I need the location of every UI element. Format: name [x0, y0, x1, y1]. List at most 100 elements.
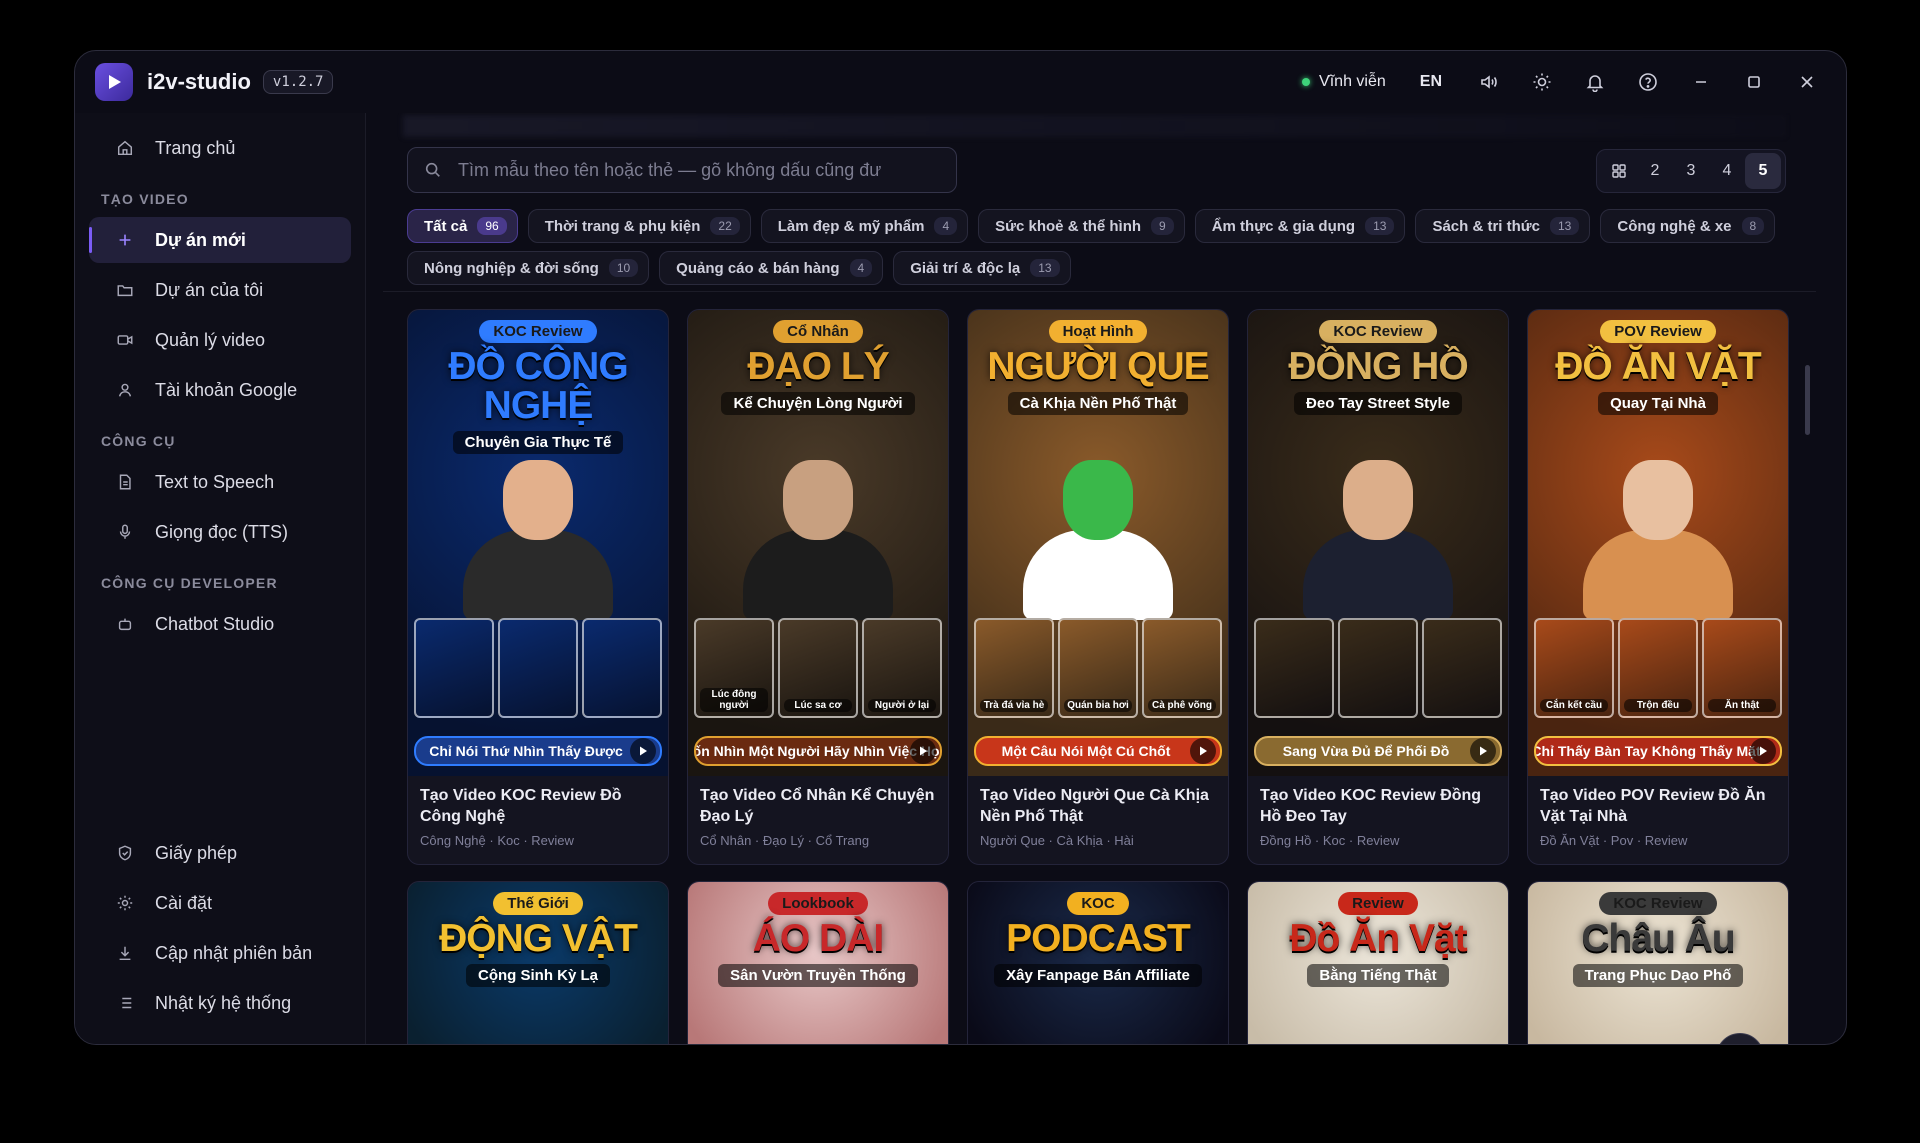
template-card[interactable]: KOC Review ĐỒNG HỒ Đeo Tay Street Style San…: [1247, 309, 1509, 865]
sidebar-item-logs[interactable]: Nhật ký hệ thống: [89, 980, 351, 1026]
filter-chip-tech[interactable]: Công nghệ & xe 8: [1600, 209, 1776, 243]
frame-label: Người ở lại: [868, 699, 936, 712]
thumbnail-tag: KOC Review: [1599, 892, 1717, 915]
help-icon[interactable]: [1637, 71, 1659, 93]
close-icon[interactable]: [1796, 71, 1818, 93]
card-tags: Công Nghệ · Koc · Review: [420, 833, 574, 848]
template-card[interactable]: POV Review ĐỒ ĂN VẶT Quay Tại Nhà Cắn kết c…: [1527, 309, 1789, 865]
play-icon[interactable]: [1750, 738, 1776, 764]
theme-sun-icon[interactable]: [1531, 71, 1553, 93]
thumbnail-frame: [498, 618, 578, 718]
video-camera-icon: [115, 330, 135, 350]
language-toggle[interactable]: EN: [1420, 73, 1442, 91]
template-card[interactable]: Review Đồ Ăn Vặt Bằng Tiếng Thật: [1247, 881, 1509, 1044]
search-input[interactable]: [458, 159, 956, 181]
template-card[interactable]: KOC Review Châu Âu Trang Phục Dạo Phố: [1527, 881, 1789, 1044]
filter-chip-count: 22: [710, 217, 740, 235]
thumbnail-subtitle: Quay Tại Nhà: [1598, 392, 1718, 415]
template-card[interactable]: Thế Giới ĐỘNG VẬT Cộng Sinh Kỳ Lạ: [407, 881, 669, 1044]
template-thumbnail: KOC Review Châu Âu Trang Phục Dạo Phố: [1528, 882, 1788, 1044]
template-card[interactable]: KOC PODCAST Xây Fanpage Bán Affiliate: [967, 881, 1229, 1044]
thumbnail-frames: Trà đá vỉa hè Quán bia hơi Cà phê võng: [974, 618, 1222, 718]
columns-option-4[interactable]: 4: [1709, 153, 1745, 189]
card-title: Tạo Video Người Que Cà Khịa Nền Phố Thật: [980, 787, 1209, 825]
person-body: [743, 530, 893, 620]
section-heading-developer: CÔNG CỤ DEVELOPER: [101, 575, 278, 591]
columns-option-2[interactable]: 2: [1637, 153, 1673, 189]
search-box[interactable]: [407, 147, 957, 193]
play-icon[interactable]: [1190, 738, 1216, 764]
sidebar-item-settings[interactable]: Cài đặt: [89, 880, 351, 926]
volume-icon[interactable]: [1478, 71, 1500, 93]
filter-chip-entertainment[interactable]: Giải trí & độc lạ 13: [893, 251, 1071, 285]
play-icon[interactable]: [630, 738, 656, 764]
card-tags: Người Que · Cà Khịa · Hài: [980, 833, 1134, 848]
template-card[interactable]: Hoạt Hình NGƯỜI QUE Cà Khịa Nền Phố Thật Tr…: [967, 309, 1229, 865]
thumbnail-tag: Cổ Nhân: [773, 320, 863, 343]
sidebar-divider: [365, 113, 366, 1044]
scrollbar-thumb[interactable]: [1805, 365, 1810, 435]
sidebar-item-label: Cài đặt: [155, 892, 213, 913]
sidebar-item-google-account[interactable]: Tài khoản Google: [89, 367, 351, 413]
thumbnail-headline: KOC Review ĐỒNG HỒ Đeo Tay Street Style: [1256, 320, 1500, 415]
filter-chip-ads[interactable]: Quảng cáo & bán hàng 4: [659, 251, 884, 285]
thumbnail-frame: Trà đá vỉa hè: [974, 618, 1054, 718]
sidebar-item-label: Giọng đọc (TTS): [155, 521, 289, 542]
columns-option-3[interactable]: 3: [1673, 153, 1709, 189]
filter-chip-food[interactable]: Ẩm thực & gia dụng 13: [1194, 209, 1406, 243]
template-card[interactable]: Cổ Nhân ĐẠO LÝ Kể Chuyện Lòng Người Lúc đôn…: [687, 309, 949, 865]
thumbnail-title: PODCAST: [1006, 917, 1191, 960]
template-thumbnail: POV Review ĐỒ ĂN VẶT Quay Tại Nhà Cắn kết c…: [1528, 310, 1788, 776]
play-icon[interactable]: [1470, 738, 1496, 764]
filter-chip-label: Ẩm thực & gia dụng: [1211, 217, 1356, 235]
thumbnail-person: [463, 460, 613, 620]
sidebar-item-update[interactable]: Cập nhật phiên bản: [89, 930, 351, 976]
thumbnail-title: ĐẠO LÝ: [747, 345, 889, 388]
template-thumbnail: Hoạt Hình NGƯỜI QUE Cà Khịa Nền Phố Thật Tr…: [968, 310, 1228, 776]
bell-icon[interactable]: [1584, 71, 1606, 93]
filter-chip-health[interactable]: Sức khoẻ & thể hình 9: [978, 209, 1185, 243]
filter-chip-books[interactable]: Sách & tri thức 13: [1415, 209, 1591, 243]
sidebar-item-license[interactable]: Giấy phép: [89, 830, 351, 876]
grid-layout-icon[interactable]: [1601, 153, 1637, 189]
minimize-icon[interactable]: [1690, 71, 1712, 93]
sidebar-item-video-manager[interactable]: Quản lý video: [89, 317, 351, 363]
filter-chip-agriculture[interactable]: Nông nghiệp & đời sống 10: [407, 251, 650, 285]
thumbnail-headline: KOC PODCAST Xây Fanpage Bán Affiliate: [976, 892, 1220, 987]
template-card[interactable]: Lookbook ÁO DÀI Sân Vườn Truyền Thống: [687, 881, 949, 1044]
play-icon[interactable]: [910, 738, 936, 764]
maximize-icon[interactable]: [1743, 71, 1765, 93]
thumbnail-banner: Muốn Nhìn Một Người Hãy Nhìn Việc Họ: [694, 736, 942, 766]
columns-option-5[interactable]: 5: [1745, 153, 1781, 189]
sidebar-item-new-project[interactable]: Dự án mới: [89, 217, 351, 263]
template-thumbnail: Review Đồ Ăn Vặt Bằng Tiếng Thật: [1248, 882, 1508, 1044]
sidebar-item-label: Dự án của tôi: [155, 279, 264, 300]
sidebar-item-chatbot[interactable]: Chatbot Studio: [89, 601, 351, 647]
thumbnail-headline: KOC Review ĐỒ CÔNG NGHỆ Chuyên Gia Thực Tế: [416, 320, 660, 454]
shield-icon: [115, 843, 135, 863]
filter-chip-count: 4: [849, 259, 873, 277]
sidebar-item-voices[interactable]: Giọng đọc (TTS): [89, 509, 351, 555]
person-head: [503, 460, 573, 540]
template-card[interactable]: KOC Review ĐỒ CÔNG NGHỆ Chuyên Gia Thực Tế…: [407, 309, 669, 865]
thumbnail-subtitle: Đeo Tay Street Style: [1294, 392, 1462, 415]
filter-chip-all[interactable]: Tất cả 96: [407, 209, 518, 243]
thumbnail-tag: POV Review: [1600, 320, 1716, 343]
filter-chip-beauty[interactable]: Làm đẹp & mỹ phẩm 4: [760, 209, 969, 243]
filter-chip-label: Quảng cáo & bán hàng: [676, 259, 840, 277]
sidebar-item-my-projects[interactable]: Dự án của tôi: [89, 267, 351, 313]
template-thumbnail: KOC PODCAST Xây Fanpage Bán Affiliate: [968, 882, 1228, 1044]
template-thumbnail: Thế Giới ĐỘNG VẬT Cộng Sinh Kỳ Lạ: [408, 882, 668, 1044]
filter-chip-fashion[interactable]: Thời trang & phụ kiện 22: [527, 209, 751, 243]
card-title: Tạo Video KOC Review Đồng Hồ Đeo Tay: [1260, 787, 1482, 825]
thumbnail-banner: Một Câu Nói Một Cú Chốt: [974, 736, 1222, 766]
home-icon: [115, 138, 135, 158]
template-thumbnail: KOC Review ĐỒ CÔNG NGHỆ Chuyên Gia Thực Tế…: [408, 310, 668, 776]
sidebar-item-label: Cập nhật phiên bản: [155, 942, 313, 963]
sidebar-item-label: Nhật ký hệ thống: [155, 992, 292, 1013]
status-dot-icon: [1302, 78, 1311, 86]
sidebar-item-home[interactable]: Trang chủ: [89, 125, 351, 171]
template-gallery: 2 3 4 5 Tất cả96 Thời trang & phụ kiện22…: [383, 113, 1816, 1044]
card-info: Tạo Video KOC Review Đồ Công Nghệ Công Ng…: [408, 776, 668, 848]
sidebar-item-tts[interactable]: Text to Speech: [89, 459, 351, 505]
